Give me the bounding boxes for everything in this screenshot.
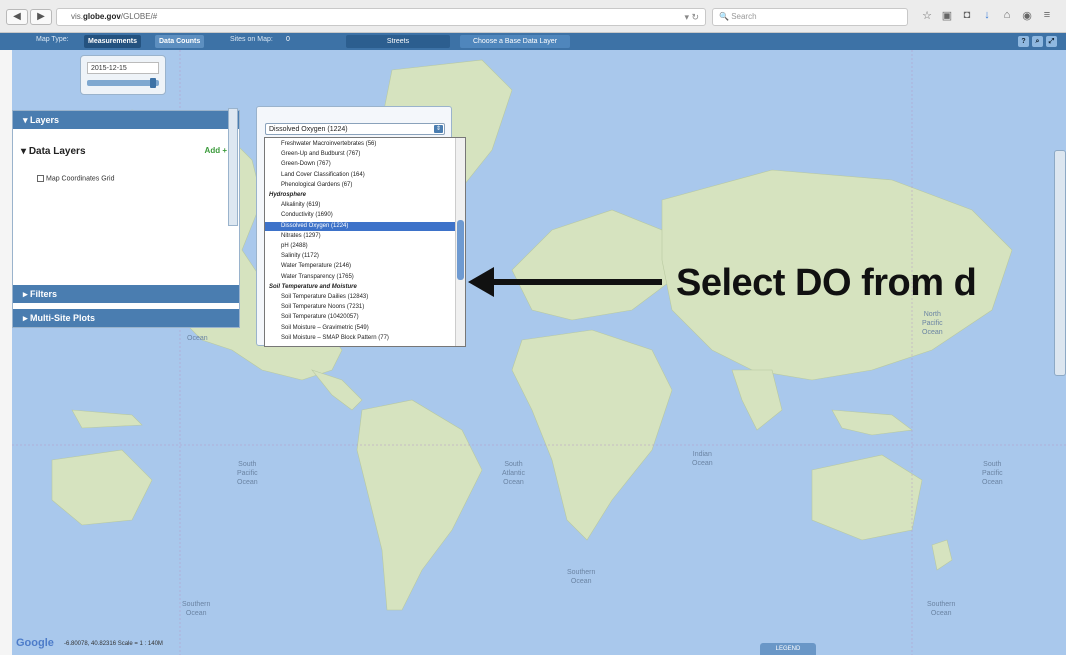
sync-icon[interactable]: ◉ [1020, 9, 1034, 22]
option-item[interactable]: Conductivity (1690) [265, 211, 455, 220]
ocean-label-southern-left: Southern Ocean [182, 601, 211, 617]
address-bar[interactable]: vis.globe.gov/GLOBE/# ▾ ↻ [56, 8, 706, 26]
left-png-landmass [71, 409, 143, 429]
layers-panel: ▾ Layers ▾ Data Layers Add + Map Coordin… [12, 110, 240, 328]
layers-title: Layers [30, 115, 60, 125]
panel-collapse-handle[interactable] [228, 108, 238, 226]
option-group-label: Hydrosphere [269, 192, 307, 198]
options-scrollbar[interactable] [455, 138, 465, 346]
clipboard-icon[interactable]: ▣ [940, 9, 954, 22]
multisite-title: Multi-Site Plots [30, 313, 96, 323]
coordinates-readout: -6.80078, 40.82316 Scale = 1 : 140M [64, 641, 163, 647]
search-placeholder: Search [731, 12, 757, 21]
option-group-label: Soil Temperature and Moisture [269, 283, 357, 290]
help-icon[interactable]: ? [1018, 36, 1029, 47]
ocean-label-southern-right: Southern Ocean [927, 601, 956, 617]
sites-on-map-count: 0 [286, 36, 290, 43]
ocean-label-south-atlantic: South Atlantic Ocean [502, 461, 525, 486]
option-item[interactable]: Land Cover Classification (164) [265, 171, 455, 180]
map-coordinates-grid-option[interactable]: Map Coordinates Grid [37, 175, 114, 182]
star-icon[interactable]: ☆ [920, 9, 934, 22]
data-layers-title[interactable]: ▾ Data Layers [21, 146, 86, 157]
multisite-header[interactable]: ▸ Multi-Site Plots [13, 309, 239, 327]
indonesia-landmass [831, 409, 913, 436]
option-item[interactable]: Phenological Gardens (67) [265, 181, 455, 190]
ocean-label-left: Ocean [187, 335, 208, 342]
option-item[interactable]: Soil Moisture – Gravimetric (549) [265, 324, 455, 333]
option-item[interactable]: Water Temperature (2146) [265, 262, 455, 271]
browser-toolbar: ◀ ▶ vis.globe.gov/GLOBE/# ▾ ↻ 🔍 Search ☆… [0, 0, 1066, 33]
india-landmass [731, 369, 783, 431]
reload-icon[interactable]: ▾ ↻ [684, 9, 699, 25]
date-picker: 2015-12-15 [80, 55, 166, 95]
ocean-label-indian: Indian Ocean [692, 451, 713, 467]
map-coordinates-grid-label: Map Coordinates Grid [46, 175, 115, 183]
south-america-landmass [356, 399, 483, 611]
streets-dropdown[interactable]: Streets [346, 35, 450, 48]
measurement-select-value: Dissolved Oxygen (1224) [269, 126, 348, 133]
google-logo: Google [16, 637, 54, 649]
chevron-down-icon[interactable]: ⇕ [434, 125, 443, 133]
download-icon[interactable]: ↓ [980, 9, 994, 21]
option-item[interactable]: Green-Up and Budburst (767) [265, 150, 455, 159]
map-type-label: Map Type: [36, 36, 69, 43]
new-zealand-landmass [931, 539, 953, 571]
url-path: /GLOBE/# [120, 12, 158, 21]
option-item[interactable]: Soil Moisture – SMAP Block Pattern (77) [265, 334, 455, 343]
layers-body: ▾ Data Layers Add + Map Coordinates Grid [13, 129, 239, 275]
fullscreen-icon[interactable]: ⤢ [1046, 36, 1057, 47]
sites-on-map-label: Sites on Map: [230, 36, 273, 43]
app-header: Map Type: Measurements Data Counts Sites… [0, 33, 1066, 50]
measurement-options-list[interactable]: Freshwater Macroinvertebrates (56) Green-… [264, 137, 466, 347]
back-icon[interactable]: ◀ [6, 9, 28, 25]
australia-landmass [811, 454, 923, 541]
search-icon[interactable]: ⌕ [1032, 36, 1043, 47]
option-item[interactable]: Salinity (1172) [265, 252, 455, 261]
url-prefix: vis. [71, 12, 83, 21]
layers-header[interactable]: ▾ Layers [13, 111, 239, 129]
date-slider[interactable] [87, 78, 159, 88]
ocean-label-south-pacific-right: South Pacific Ocean [982, 461, 1003, 486]
home-icon[interactable]: ⌂ [1000, 9, 1014, 21]
option-item[interactable]: Nitrates (1297) [265, 232, 455, 241]
date-slider-handle[interactable] [149, 78, 156, 88]
forward-icon[interactable]: ▶ [30, 9, 52, 25]
tab-data-counts[interactable]: Data Counts [155, 35, 205, 48]
menu-icon[interactable]: ≡ [1040, 9, 1054, 21]
left-australia-landmass [51, 449, 153, 526]
option-item[interactable]: Soil Temperature Noons (7231) [265, 303, 455, 312]
annotation-text: Select DO from d [676, 262, 977, 304]
option-item[interactable]: Water Transparency (1765) [265, 273, 455, 282]
map-zoom-controls[interactable] [1054, 150, 1066, 376]
left-margin [0, 50, 12, 655]
option-item[interactable]: Dissolved Oxygen (1224) [265, 221, 455, 231]
data-layers-label: Data Layers [28, 146, 86, 157]
option-item[interactable]: Green-Down (767) [265, 160, 455, 169]
ocean-label-south-pacific: South Pacific Ocean [237, 461, 258, 486]
base-layer-dropdown[interactable]: Choose a Base Data Layer [460, 35, 570, 48]
measurement-select[interactable]: Dissolved Oxygen (1224) ⇕ [265, 123, 445, 135]
filters-title: Filters [30, 289, 58, 299]
option-item[interactable]: Alkalinity (619) [265, 201, 455, 210]
option-item[interactable]: pH (2488) [265, 242, 455, 251]
option-item[interactable]: Freshwater Macroinvertebrates (56) [265, 140, 455, 149]
legend-tab[interactable]: LEGEND [760, 643, 816, 655]
url-host: globe.gov [83, 12, 121, 21]
central-america-landmass [311, 369, 363, 411]
ocean-label-southern-mid: Southern Ocean [567, 569, 596, 585]
options-scrollbar-thumb[interactable] [457, 220, 464, 280]
ocean-label-north-pacific-right: North Pacific Ocean [922, 311, 943, 336]
map-coordinates-grid-checkbox[interactable] [37, 175, 44, 182]
left-arrow-icon [468, 267, 662, 297]
tab-measurements[interactable]: Measurements [84, 35, 142, 48]
pocket-icon[interactable]: ◘ [960, 9, 974, 21]
add-layer-button[interactable]: Add + [205, 146, 227, 155]
option-item[interactable]: Soil Temperature Dailies (12843) [265, 293, 455, 302]
filters-header[interactable]: ▸ Filters [13, 285, 239, 303]
browser-search-input[interactable]: 🔍 Search [712, 8, 908, 26]
africa-landmass [511, 329, 673, 541]
option-item[interactable]: Soil Temperature (10420057) [265, 313, 455, 322]
date-input[interactable]: 2015-12-15 [87, 62, 159, 74]
